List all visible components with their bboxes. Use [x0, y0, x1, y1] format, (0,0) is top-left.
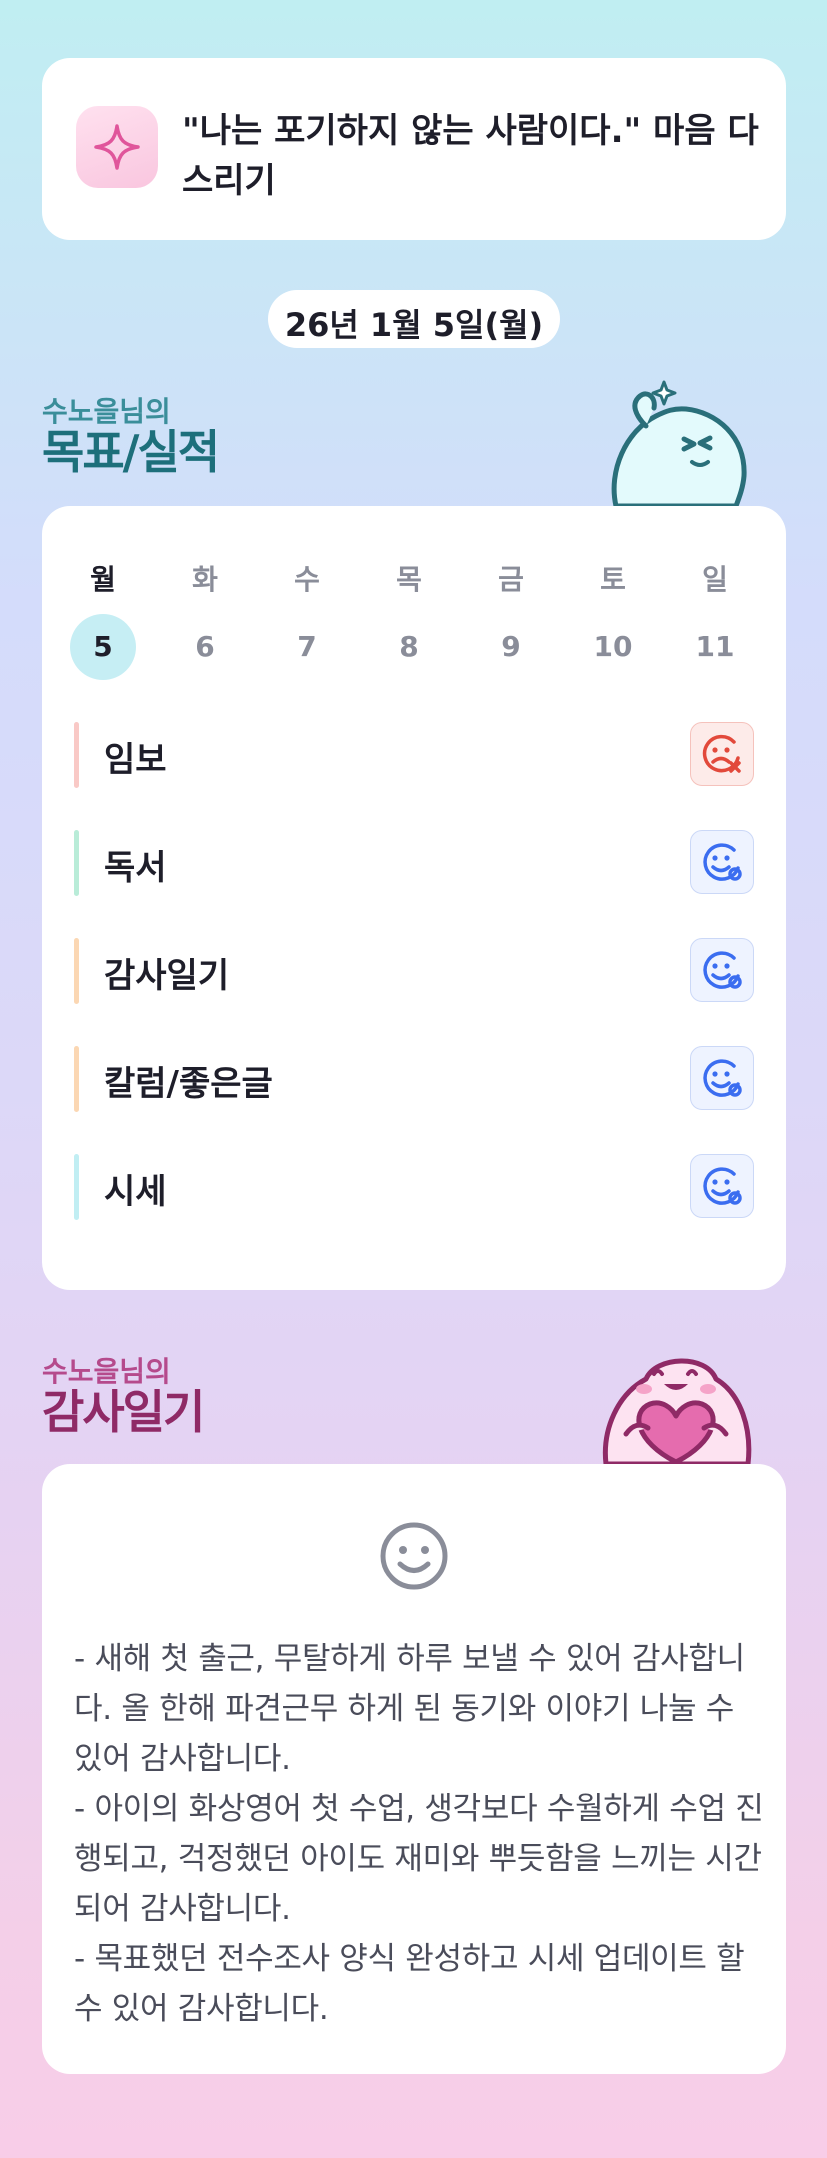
- weekday-label: 월: [90, 563, 116, 596]
- goal-color-bar: [74, 722, 79, 788]
- weekday-label: 수: [294, 563, 320, 596]
- goal-label: 독서: [104, 848, 167, 888]
- goal-label: 감사일기: [104, 956, 230, 996]
- goal-color-bar: [74, 1154, 79, 1220]
- smile-face-icon: [380, 1522, 448, 1590]
- weekday-label: 일: [702, 563, 728, 596]
- goal-row[interactable]: 칼럼/좋은글: [74, 1046, 754, 1112]
- motto-text: "나는 포기하지 않는 사람이다." 마음 다스리기: [182, 111, 759, 201]
- goal-label: 칼럼/좋은글: [104, 1064, 273, 1104]
- sad-face-x-icon[interactable]: [690, 722, 754, 786]
- smile-face-check-icon[interactable]: [690, 830, 754, 894]
- goal-row[interactable]: 임보: [74, 722, 754, 788]
- weekday-label: 화: [192, 563, 218, 596]
- goal-color-bar: [74, 938, 79, 1004]
- goal-color-bar: [74, 830, 79, 896]
- diary-text: - 새해 첫 출근, 무탈하게 하루 보낼 수 있어 감사합니다. 올 한해 파…: [74, 1641, 764, 2027]
- goal-color-bar: [74, 1046, 79, 1112]
- week-date[interactable]: 9: [478, 614, 544, 680]
- week-date[interactable]: 11: [682, 614, 748, 680]
- date-pill[interactable]: 26년 1월 5일(월): [268, 290, 560, 348]
- week-date[interactable]: 8: [376, 614, 442, 680]
- week-date[interactable]: 5: [70, 614, 136, 680]
- weekday-label: 금: [498, 563, 524, 596]
- heart-mascot-icon: [602, 1358, 752, 1464]
- smile-face-check-icon[interactable]: [690, 1046, 754, 1110]
- goals-section-title: 목표/실적: [42, 425, 220, 479]
- smile-face-check-icon[interactable]: [690, 1154, 754, 1218]
- sparkle-icon: [76, 106, 158, 188]
- motto-card: "나는 포기하지 않는 사람이다." 마음 다스리기: [42, 58, 786, 240]
- ghost-mascot-icon: [611, 380, 747, 506]
- goal-row[interactable]: 감사일기: [74, 938, 754, 1004]
- week-date[interactable]: 10: [580, 614, 646, 680]
- week-date[interactable]: 7: [274, 614, 340, 680]
- goal-label: 시세: [104, 1172, 167, 1212]
- goal-row[interactable]: 시세: [74, 1154, 754, 1220]
- goal-row[interactable]: 독서: [74, 830, 754, 896]
- week-date[interactable]: 6: [172, 614, 238, 680]
- diary-section-title: 감사일기: [42, 1385, 205, 1439]
- smile-face-check-icon[interactable]: [690, 938, 754, 1002]
- diary-card: - 새해 첫 출근, 무탈하게 하루 보낼 수 있어 감사합니다. 올 한해 파…: [42, 1464, 786, 2074]
- weekday-label: 토: [600, 563, 626, 596]
- goal-label: 임보: [104, 740, 167, 780]
- weekday-label: 목: [396, 563, 422, 596]
- goals-card: 월 5 화 6 수 7 목 8 금 9 토 10 일 11 임보 독서 감사일기 칼럼/좋은글 시세: [42, 506, 786, 1290]
